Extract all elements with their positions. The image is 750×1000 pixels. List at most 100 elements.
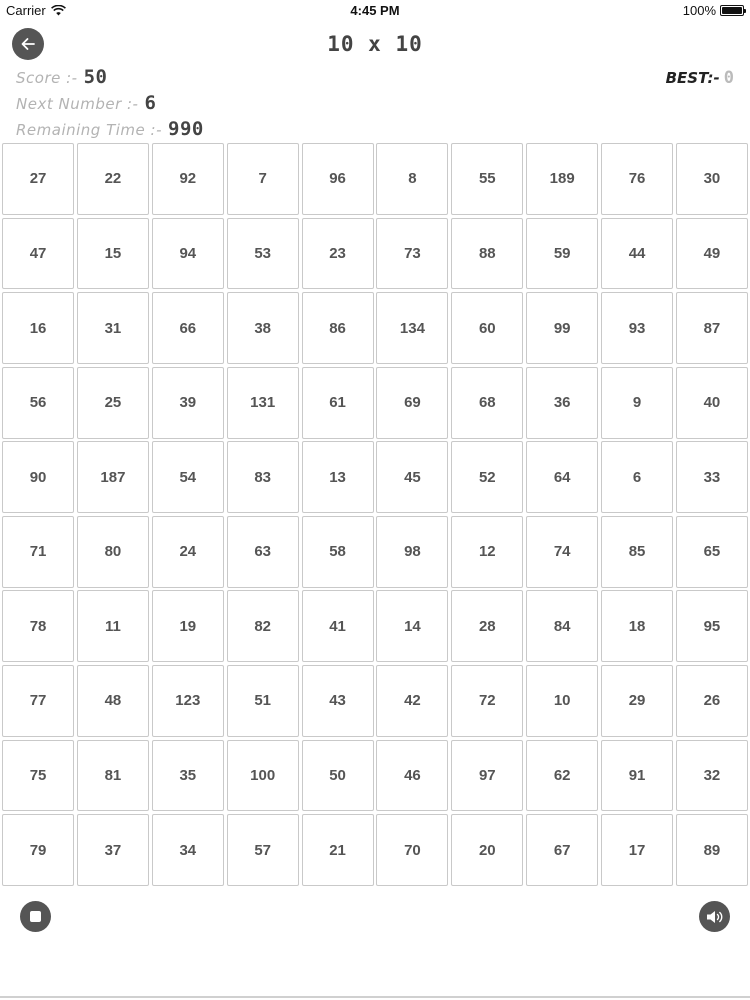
grid-cell[interactable]: 21	[301, 814, 374, 886]
grid-cell[interactable]: 44	[601, 217, 674, 290]
stop-button[interactable]	[20, 901, 51, 932]
grid-cell[interactable]: 12	[451, 515, 524, 588]
grid-cell[interactable]: 87	[675, 292, 748, 364]
grid-cell[interactable]: 123	[151, 665, 224, 737]
grid-cell[interactable]: 91	[601, 739, 674, 812]
grid-cell[interactable]: 97	[451, 739, 524, 812]
grid-cell[interactable]: 30	[675, 143, 748, 215]
grid-cell[interactable]: 7	[226, 143, 299, 215]
grid-cell[interactable]: 40	[675, 366, 748, 439]
grid-cell[interactable]: 48	[76, 665, 149, 737]
grid-cell[interactable]: 73	[376, 217, 449, 290]
grid-cell[interactable]: 20	[451, 814, 524, 886]
grid-cell[interactable]: 46	[376, 739, 449, 812]
grid-cell[interactable]: 69	[376, 366, 449, 439]
grid-cell[interactable]: 68	[451, 366, 524, 439]
grid-cell[interactable]: 9	[601, 366, 674, 439]
grid-cell[interactable]: 90	[2, 441, 75, 514]
grid-cell[interactable]: 56	[2, 366, 75, 439]
grid-cell[interactable]: 47	[2, 217, 75, 290]
grid-cell[interactable]: 60	[451, 292, 524, 364]
grid-cell[interactable]: 86	[301, 292, 374, 364]
grid-cell[interactable]: 72	[451, 665, 524, 737]
grid-cell[interactable]: 15	[76, 217, 149, 290]
grid-cell[interactable]: 45	[376, 441, 449, 514]
grid-cell[interactable]: 93	[601, 292, 674, 364]
sound-button[interactable]	[699, 901, 730, 932]
grid-cell[interactable]: 79	[2, 814, 75, 886]
grid-cell[interactable]: 76	[601, 143, 674, 215]
grid-cell[interactable]: 57	[226, 814, 299, 886]
grid-cell[interactable]: 65	[675, 515, 748, 588]
grid-cell[interactable]: 134	[376, 292, 449, 364]
grid-cell[interactable]: 67	[526, 814, 599, 886]
grid-cell[interactable]: 50	[301, 739, 374, 812]
grid-cell[interactable]: 94	[151, 217, 224, 290]
grid-cell[interactable]: 8	[376, 143, 449, 215]
grid-cell[interactable]: 51	[226, 665, 299, 737]
grid-cell[interactable]: 16	[2, 292, 75, 364]
grid-cell[interactable]: 35	[151, 739, 224, 812]
grid-cell[interactable]: 41	[301, 590, 374, 663]
grid-cell[interactable]: 43	[301, 665, 374, 737]
grid-cell[interactable]: 54	[151, 441, 224, 514]
grid-cell[interactable]: 39	[151, 366, 224, 439]
grid-cell[interactable]: 59	[526, 217, 599, 290]
grid-cell[interactable]: 6	[601, 441, 674, 514]
grid-cell[interactable]: 28	[451, 590, 524, 663]
grid-cell[interactable]: 83	[226, 441, 299, 514]
grid-cell[interactable]: 22	[76, 143, 149, 215]
grid-cell[interactable]: 25	[76, 366, 149, 439]
grid-cell[interactable]: 19	[151, 590, 224, 663]
grid-cell[interactable]: 11	[76, 590, 149, 663]
grid-cell[interactable]: 33	[675, 441, 748, 514]
grid-cell[interactable]: 187	[76, 441, 149, 514]
grid-cell[interactable]: 70	[376, 814, 449, 886]
grid-cell[interactable]: 55	[451, 143, 524, 215]
grid-cell[interactable]: 38	[226, 292, 299, 364]
grid-cell[interactable]: 78	[2, 590, 75, 663]
grid-cell[interactable]: 13	[301, 441, 374, 514]
grid-cell[interactable]: 80	[76, 515, 149, 588]
grid-cell[interactable]: 17	[601, 814, 674, 886]
grid-cell[interactable]: 82	[226, 590, 299, 663]
grid-cell[interactable]: 23	[301, 217, 374, 290]
grid-cell[interactable]: 98	[376, 515, 449, 588]
grid-cell[interactable]: 49	[675, 217, 748, 290]
grid-cell[interactable]: 34	[151, 814, 224, 886]
grid-cell[interactable]: 10	[526, 665, 599, 737]
grid-cell[interactable]: 14	[376, 590, 449, 663]
grid-cell[interactable]: 64	[526, 441, 599, 514]
grid-cell[interactable]: 24	[151, 515, 224, 588]
grid-cell[interactable]: 81	[76, 739, 149, 812]
grid-cell[interactable]: 27	[2, 143, 75, 215]
grid-cell[interactable]: 131	[226, 366, 299, 439]
grid-cell[interactable]: 58	[301, 515, 374, 588]
grid-cell[interactable]: 95	[675, 590, 748, 663]
grid-cell[interactable]: 66	[151, 292, 224, 364]
grid-cell[interactable]: 52	[451, 441, 524, 514]
grid-cell[interactable]: 32	[675, 739, 748, 812]
grid-cell[interactable]: 63	[226, 515, 299, 588]
grid-cell[interactable]: 62	[526, 739, 599, 812]
grid-cell[interactable]: 61	[301, 366, 374, 439]
grid-cell[interactable]: 89	[675, 814, 748, 886]
grid-cell[interactable]: 99	[526, 292, 599, 364]
grid-cell[interactable]: 31	[76, 292, 149, 364]
grid-cell[interactable]: 92	[151, 143, 224, 215]
grid-cell[interactable]: 84	[526, 590, 599, 663]
grid-cell[interactable]: 189	[526, 143, 599, 215]
grid-cell[interactable]: 53	[226, 217, 299, 290]
grid-cell[interactable]: 36	[526, 366, 599, 439]
grid-cell[interactable]: 37	[76, 814, 149, 886]
grid-cell[interactable]: 26	[675, 665, 748, 737]
grid-cell[interactable]: 74	[526, 515, 599, 588]
grid-cell[interactable]: 42	[376, 665, 449, 737]
grid-cell[interactable]: 96	[301, 143, 374, 215]
grid-cell[interactable]: 100	[226, 739, 299, 812]
grid-cell[interactable]: 75	[2, 739, 75, 812]
grid-cell[interactable]: 85	[601, 515, 674, 588]
grid-cell[interactable]: 77	[2, 665, 75, 737]
grid-cell[interactable]: 88	[451, 217, 524, 290]
grid-cell[interactable]: 71	[2, 515, 75, 588]
